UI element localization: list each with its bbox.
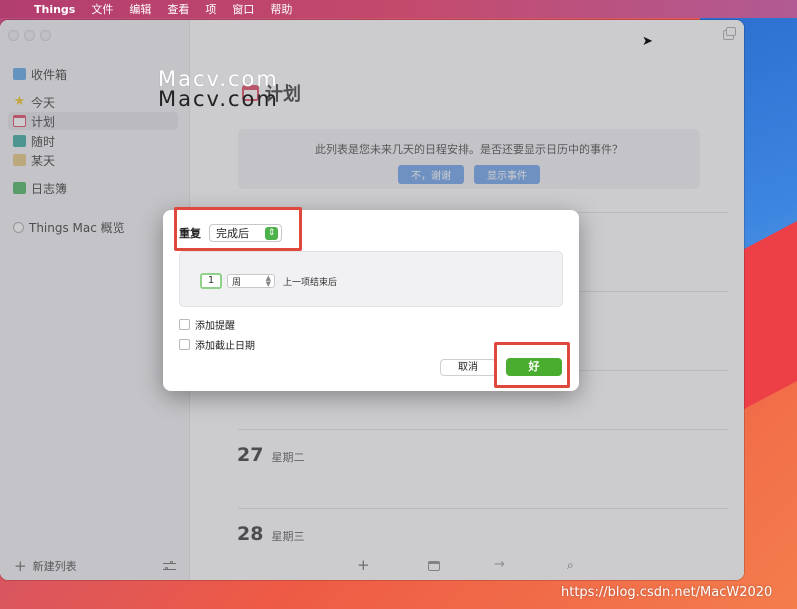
add-reminder-row[interactable]: 添加提醒 <box>179 317 235 332</box>
after-previous-text: 上一项结束后 <box>283 277 338 288</box>
interval-unit-value: 周 <box>232 277 242 288</box>
add-deadline-label: 添加截止日期 <box>195 341 255 352</box>
menu-file[interactable]: 文件 <box>83 1 121 17</box>
menu-window[interactable]: 窗口 <box>224 1 262 17</box>
add-deadline-checkbox[interactable] <box>179 339 190 350</box>
menu-item[interactable]: 项 <box>197 1 224 17</box>
cancel-button[interactable]: 取消 <box>440 359 496 376</box>
mouse-cursor-icon: ➤ <box>642 34 653 49</box>
interval-row: 1 周 ▲ ▼ 上一项结束后 <box>200 273 337 289</box>
annotation-highlight-repeat <box>174 207 302 251</box>
menu-things[interactable]: Things <box>26 3 83 16</box>
add-reminder-checkbox[interactable] <box>179 319 190 330</box>
annotation-highlight-ok <box>494 342 570 388</box>
interval-number-input[interactable]: 1 <box>200 273 222 289</box>
url-watermark: https://blog.csdn.net/MacW2020 <box>561 585 773 600</box>
interval-unit-select[interactable]: 周 ▲ ▼ <box>227 274 275 288</box>
add-reminder-label: 添加提醒 <box>195 321 235 332</box>
menu-view[interactable]: 查看 <box>159 1 197 17</box>
add-deadline-row[interactable]: 添加截止日期 <box>179 337 255 352</box>
menu-help[interactable]: 帮助 <box>262 1 300 17</box>
menu-edit[interactable]: 编辑 <box>121 1 159 17</box>
watermark-text: Macv.com <box>158 87 279 111</box>
menu-bar: Things 文件 编辑 查看 项 窗口 帮助 <box>0 0 797 18</box>
chevron-up-down-icon: ▲ ▼ <box>265 274 271 288</box>
interval-panel: 1 周 ▲ ▼ 上一项结束后 <box>179 251 563 307</box>
